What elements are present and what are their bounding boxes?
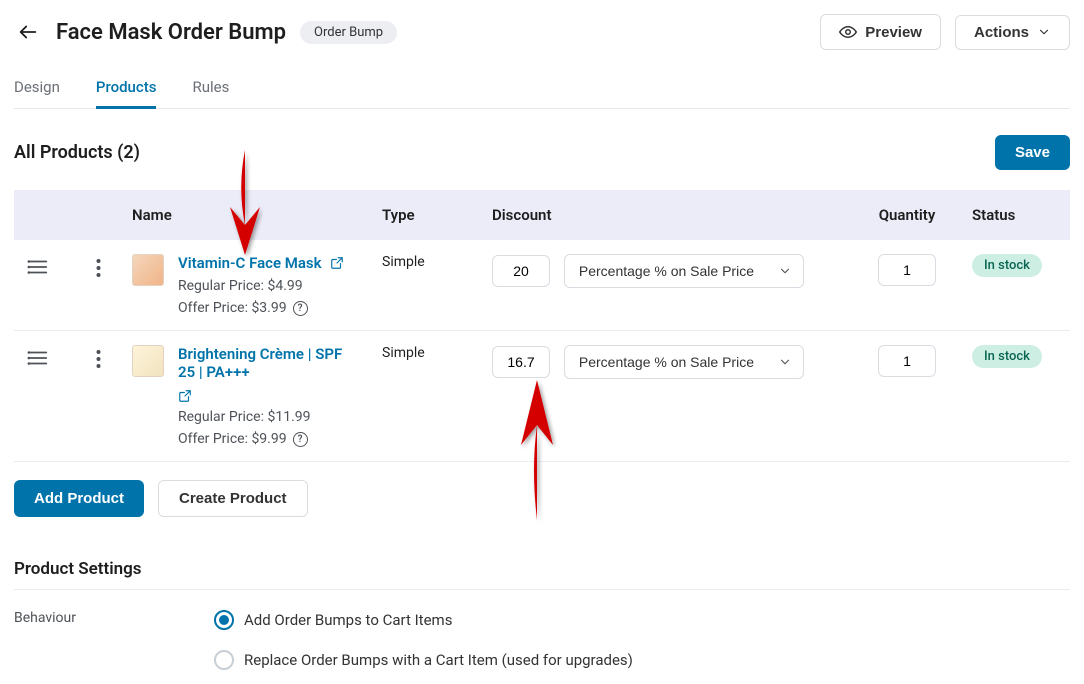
row-menu-button[interactable] bbox=[84, 254, 112, 278]
product-type: Simple bbox=[372, 331, 482, 462]
chevron-down-icon bbox=[1037, 25, 1051, 39]
behaviour-row: Behaviour Add Order Bumps to Cart Items … bbox=[14, 610, 1070, 670]
back-button[interactable] bbox=[14, 18, 42, 46]
help-icon[interactable]: ? bbox=[293, 432, 308, 447]
external-link-icon bbox=[330, 256, 344, 270]
product-name: Brightening Crème | SPF 25 | PA+++ bbox=[178, 345, 353, 381]
product-link[interactable]: Vitamin-C Face Mask bbox=[178, 254, 344, 272]
eye-icon bbox=[839, 23, 857, 41]
product-thumbnail bbox=[132, 345, 164, 377]
col-name: Name bbox=[122, 190, 372, 240]
actions-label: Actions bbox=[974, 24, 1029, 41]
discount-input[interactable] bbox=[492, 346, 550, 378]
type-badge: Order Bump bbox=[300, 21, 397, 44]
col-quantity: Quantity bbox=[852, 190, 962, 240]
tab-design[interactable]: Design bbox=[14, 72, 60, 108]
add-product-button[interactable]: Add Product bbox=[14, 480, 144, 517]
page-title: Face Mask Order Bump bbox=[56, 20, 286, 45]
quantity-input[interactable] bbox=[878, 345, 936, 377]
table-row: Vitamin-C Face Mask Regular Price: $4.99… bbox=[14, 240, 1070, 331]
save-button[interactable]: Save bbox=[995, 135, 1070, 170]
create-product-button[interactable]: Create Product bbox=[158, 480, 308, 517]
product-link[interactable]: Brightening Crème | SPF 25 | PA+++ bbox=[178, 345, 353, 403]
table-row: Brightening Crème | SPF 25 | PA+++ Regul… bbox=[14, 331, 1070, 462]
col-type: Type bbox=[372, 190, 482, 240]
external-link-icon bbox=[178, 389, 192, 403]
col-status: Status bbox=[962, 190, 1070, 240]
offer-price: Offer Price: $3.99 bbox=[178, 300, 287, 316]
help-icon[interactable]: ? bbox=[293, 301, 308, 316]
discount-input[interactable] bbox=[492, 255, 550, 287]
behaviour-option-add[interactable]: Add Order Bumps to Cart Items bbox=[214, 610, 633, 630]
col-discount: Discount bbox=[482, 190, 852, 240]
quantity-input[interactable] bbox=[878, 254, 936, 286]
tabs: Design Products Rules bbox=[14, 72, 1070, 109]
product-type: Simple bbox=[372, 240, 482, 331]
table-actions: Add Product Create Product bbox=[14, 480, 1070, 517]
row-menu-button[interactable] bbox=[84, 345, 112, 369]
actions-dropdown[interactable]: Actions bbox=[955, 15, 1070, 50]
radio-icon bbox=[214, 650, 234, 670]
tab-products[interactable]: Products bbox=[96, 72, 157, 108]
header: Face Mask Order Bump Order Bump Preview … bbox=[14, 14, 1070, 50]
offer-price: Offer Price: $9.99 bbox=[178, 431, 287, 447]
behaviour-label: Behaviour bbox=[14, 610, 174, 670]
products-table: Name Type Discount Quantity Status bbox=[14, 190, 1070, 462]
products-heading-row: All Products (2) Save bbox=[14, 135, 1070, 170]
status-badge: In stock bbox=[972, 254, 1042, 277]
products-heading: All Products (2) bbox=[14, 142, 140, 163]
drag-handle-icon[interactable] bbox=[24, 254, 52, 276]
regular-price: Regular Price: $11.99 bbox=[178, 409, 353, 425]
discount-type-select[interactable]: Percentage % on Sale Price bbox=[564, 254, 804, 288]
settings-heading: Product Settings bbox=[14, 559, 1070, 590]
preview-button[interactable]: Preview bbox=[820, 14, 941, 50]
arrow-left-icon bbox=[17, 21, 39, 43]
option-label: Replace Order Bumps with a Cart Item (us… bbox=[244, 651, 633, 669]
option-label: Add Order Bumps to Cart Items bbox=[244, 611, 452, 629]
regular-price: Regular Price: $4.99 bbox=[178, 278, 344, 294]
status-badge: In stock bbox=[972, 345, 1042, 368]
tab-rules[interactable]: Rules bbox=[192, 72, 229, 108]
table-header-row: Name Type Discount Quantity Status bbox=[14, 190, 1070, 240]
behaviour-option-replace[interactable]: Replace Order Bumps with a Cart Item (us… bbox=[214, 650, 633, 670]
preview-label: Preview bbox=[865, 24, 922, 41]
drag-handle-icon[interactable] bbox=[24, 345, 52, 367]
product-thumbnail bbox=[132, 254, 164, 286]
product-name: Vitamin-C Face Mask bbox=[178, 254, 322, 272]
radio-icon bbox=[214, 610, 234, 630]
discount-type-select[interactable]: Percentage % on Sale Price bbox=[564, 345, 804, 379]
